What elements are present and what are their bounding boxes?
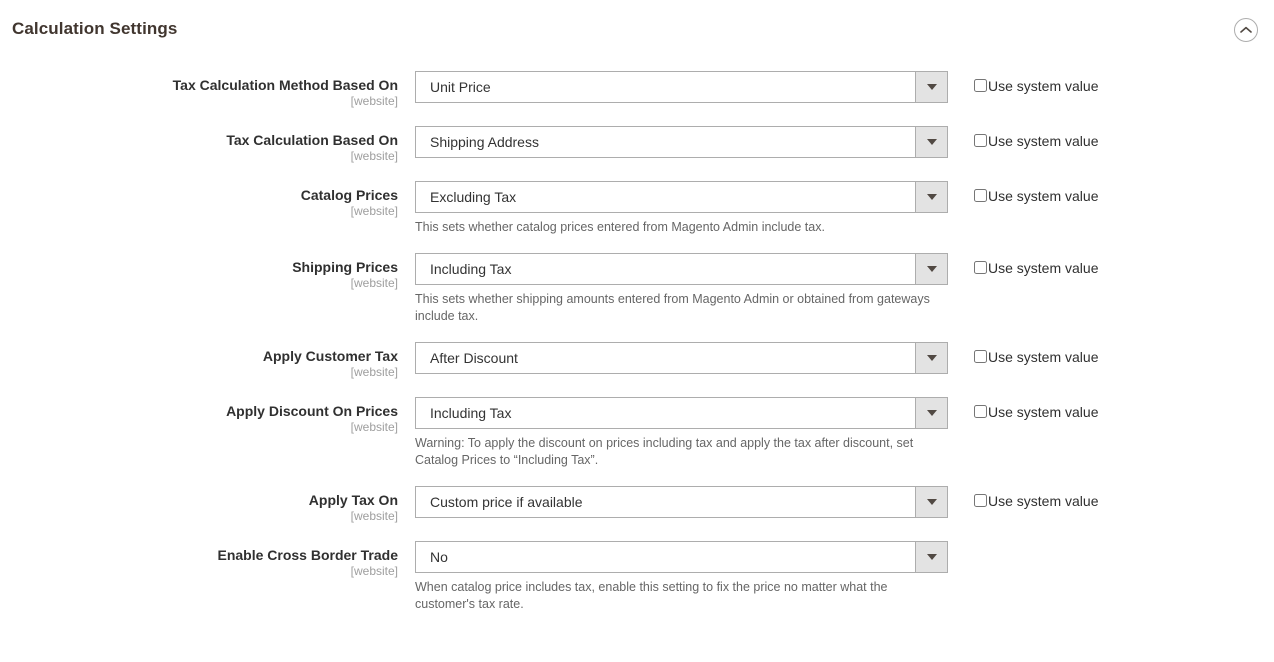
use-system-value-label[interactable]: Use system value [988,189,1098,203]
field-row: Tax Calculation Method Based On [website… [0,71,1274,109]
select-input[interactable]: No [415,541,948,573]
field-scope: [website] [350,276,398,290]
field-row: Apply Tax On [website] Custom price if a… [0,486,1274,524]
select-input[interactable]: Excluding Tax [415,181,948,213]
use-system-value-label[interactable]: Use system value [988,494,1098,508]
use-system-value-group: Use system value [948,486,1098,508]
field-row: Shipping Prices [website] Including Tax … [0,253,1274,325]
field-row: Apply Discount On Prices [website] Inclu… [0,397,1274,469]
field-note: When catalog price includes tax, enable … [415,580,888,611]
field-label: Catalog Prices [300,187,398,203]
field-scope: [website] [350,420,398,434]
select-wrapper: Custom price if available [415,486,948,518]
field-scope: [website] [350,509,398,523]
use-system-value-group: Use system value [948,397,1098,419]
use-system-value-label[interactable]: Use system value [988,134,1098,148]
field-label: Enable Cross Border Trade [217,547,398,563]
use-system-value-checkbox[interactable] [974,494,987,507]
calculation-settings-page: Calculation Settings Tax Calculation Met… [0,0,1274,662]
select-wrapper: Unit Price [415,71,948,103]
field-scope: [website] [350,365,398,379]
select-wrapper: Excluding Tax [415,181,948,213]
use-system-value-label[interactable]: Use system value [988,350,1098,364]
field-label-group: Tax Calculation Method Based On [website… [0,71,415,109]
field-scope: [website] [350,564,398,578]
field-row: Catalog Prices [website] Excluding Tax T… [0,181,1274,236]
field-control: Shipping Address [415,126,948,158]
select-input[interactable]: Including Tax [415,253,948,285]
use-system-value-checkbox[interactable] [974,134,987,147]
page-title: Calculation Settings [12,19,178,38]
select-input[interactable]: Shipping Address [415,126,948,158]
use-system-value-checkbox[interactable] [974,79,987,92]
select-wrapper: After Discount [415,342,948,374]
use-system-value-label[interactable]: Use system value [988,79,1098,93]
field-control: Custom price if available [415,486,948,518]
field-row: Tax Calculation Based On [website] Shipp… [0,126,1274,164]
use-system-value-checkbox[interactable] [974,350,987,363]
select-input[interactable]: Unit Price [415,71,948,103]
field-label-group: Apply Customer Tax [website] [0,342,415,380]
field-label: Shipping Prices [292,259,398,275]
select-wrapper: Including Tax [415,397,948,429]
field-note: Warning: To apply the discount on prices… [415,436,914,467]
use-system-value-group: Use system value [948,71,1098,93]
field-row: Apply Customer Tax [website] After Disco… [0,342,1274,380]
field-scope: [website] [350,94,398,108]
chevron-up-circle-icon[interactable] [1234,18,1258,42]
field-scope: [website] [350,149,398,163]
field-control: After Discount [415,342,948,374]
select-wrapper: Shipping Address [415,126,948,158]
field-label: Apply Discount On Prices [226,403,398,419]
field-control: Excluding Tax This sets whether catalog … [415,181,948,236]
use-system-value-group: Use system value [948,181,1098,203]
field-label-group: Apply Tax On [website] [0,486,415,524]
select-input[interactable]: After Discount [415,342,948,374]
field-note: This sets whether catalog prices entered… [415,220,825,234]
use-system-value-checkbox[interactable] [974,405,987,418]
field-control: No When catalog price includes tax, enab… [415,541,948,613]
field-control: Including Tax Warning: To apply the disc… [415,397,948,469]
field-label-group: Tax Calculation Based On [website] [0,126,415,164]
settings-form: Tax Calculation Method Based On [website… [0,60,1274,613]
chevron-up-glyph [1240,26,1252,33]
field-control: Including Tax This sets whether shipping… [415,253,948,325]
use-system-value-group: Use system value [948,253,1098,275]
select-wrapper: Including Tax [415,253,948,285]
select-wrapper: No [415,541,948,573]
field-label: Apply Tax On [308,492,398,508]
field-label: Tax Calculation Based On [226,132,398,148]
field-note: This sets whether shipping amounts enter… [415,292,930,323]
field-label: Apply Customer Tax [262,348,398,364]
field-label-group: Apply Discount On Prices [website] [0,397,415,435]
field-scope: [website] [350,204,398,218]
field-label: Tax Calculation Method Based On [172,77,398,93]
use-system-value-label[interactable]: Use system value [988,405,1098,419]
use-system-value-group: Use system value [948,126,1098,148]
use-system-value-group: Use system value [948,342,1098,364]
use-system-value-checkbox[interactable] [974,189,987,202]
select-input[interactable]: Including Tax [415,397,948,429]
field-control: Unit Price [415,71,948,103]
field-label-group: Enable Cross Border Trade [website] [0,541,415,579]
field-row: Enable Cross Border Trade [website] No W… [0,541,1274,613]
field-label-group: Catalog Prices [website] [0,181,415,219]
select-input[interactable]: Custom price if available [415,486,948,518]
field-label-group: Shipping Prices [website] [0,253,415,291]
section-header: Calculation Settings [0,0,1274,60]
use-system-value-label[interactable]: Use system value [988,261,1098,275]
use-system-value-checkbox[interactable] [974,261,987,274]
